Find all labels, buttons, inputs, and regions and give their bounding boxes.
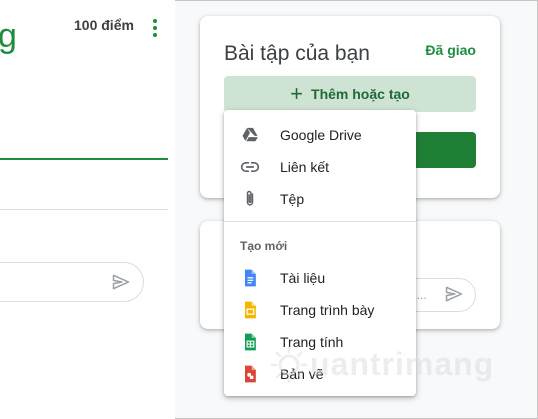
watermark-logo: uantrimang xyxy=(270,346,493,386)
add-or-create-button[interactable]: + Thêm hoặc tạo xyxy=(224,76,476,112)
google-slides-icon xyxy=(245,301,256,319)
menu-item-file[interactable]: Tệp xyxy=(224,183,416,215)
plus-icon: + xyxy=(290,81,304,106)
assigned-status: Đã giao xyxy=(425,42,476,58)
paperclip-icon xyxy=(246,190,254,206)
add-or-create-label: Thêm hoặc tạo xyxy=(311,86,410,102)
section-divider xyxy=(0,209,168,210)
sun-logo-icon xyxy=(270,346,308,384)
assignment-title: g xyxy=(0,17,17,55)
menu-item-label: Tệp xyxy=(280,191,305,207)
link-icon xyxy=(240,162,260,172)
google-drawings-icon xyxy=(245,365,256,383)
assignment-detail-panel: g 100 điểm xyxy=(0,0,175,419)
google-docs-icon xyxy=(245,269,256,287)
create-new-header: Tạo mới xyxy=(240,239,288,253)
menu-item-link[interactable]: Liên kết xyxy=(224,151,416,183)
menu-item-label: Tài liệu xyxy=(280,270,326,286)
send-icon[interactable] xyxy=(110,272,132,292)
your-work-title: Bài tập của bạn xyxy=(224,42,370,65)
menu-item-google-drive[interactable]: Google Drive xyxy=(224,119,416,151)
menu-item-docs[interactable]: Tài liệu xyxy=(224,262,416,294)
points-label: 100 điểm xyxy=(74,17,134,33)
menu-item-label: Google Drive xyxy=(280,127,362,143)
google-sheets-icon xyxy=(245,333,256,351)
menu-item-label: Liên kết xyxy=(280,159,330,175)
send-icon[interactable] xyxy=(443,284,465,304)
more-options-icon[interactable] xyxy=(150,18,160,40)
menu-divider xyxy=(224,221,416,222)
title-divider xyxy=(0,158,168,160)
menu-item-label: Trang trình bày xyxy=(280,302,375,318)
google-drive-icon xyxy=(242,127,258,142)
menu-item-slides[interactable]: Trang trình bày xyxy=(224,294,416,326)
